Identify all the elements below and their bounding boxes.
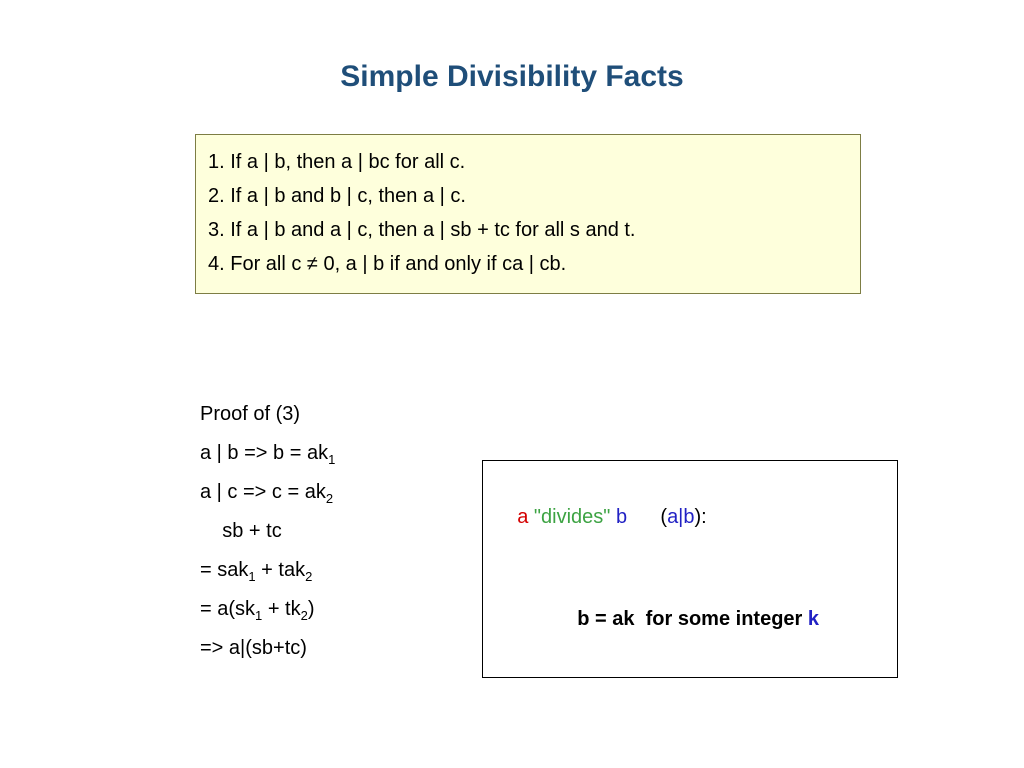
proof-line-1: a | b => b = ak1: [200, 434, 335, 473]
proof-heading: Proof of (3): [200, 395, 335, 434]
def-eq-k: k: [808, 608, 819, 630]
proof-l4a: = sak: [200, 559, 248, 581]
proof-block: Proof of (3) a | b => b = ak1 a | c => c…: [200, 395, 335, 668]
proof-line-2: a | c => c = ak2: [200, 473, 335, 512]
fact-1: 1. If a | b, then a | bc for all c.: [208, 145, 848, 179]
def-eq-prefix: b = ak: [577, 608, 634, 630]
proof-line-6: => a|(sb+tc): [200, 629, 335, 668]
def-close: ):: [695, 506, 707, 528]
def-eq-mid: for some integer: [635, 608, 808, 630]
proof-l5c: ): [308, 598, 315, 620]
definition-line-2: b = ak for some integer k: [495, 565, 885, 667]
proof-l5s2: 2: [301, 608, 308, 623]
proof-line-4: = sak1 + tak2: [200, 551, 335, 590]
def-divides: "divides": [528, 506, 616, 528]
proof-l5b: + tk: [262, 598, 300, 620]
proof-l1-text: a | b => b = ak: [200, 442, 328, 464]
proof-l2-text: a | c => c = ak: [200, 481, 326, 503]
proof-l1-sub: 1: [328, 452, 335, 467]
proof-l4b: + tak: [256, 559, 305, 581]
proof-l5a: = a(sk: [200, 598, 255, 620]
definition-line-1: a "divides" b (a|b):: [495, 469, 885, 565]
fact-2: 2. If a | b and b | c, then a | c.: [208, 179, 848, 213]
def-ab: a|b: [667, 506, 694, 528]
def-a: a: [517, 506, 528, 528]
definition-box: a "divides" b (a|b): b = ak for some int…: [482, 460, 898, 678]
fact-4: 4. For all c ≠ 0, a | b if and only if c…: [208, 247, 848, 281]
fact-3: 3. If a | b and a | c, then a | sb + tc …: [208, 213, 848, 247]
def-b: b: [616, 506, 627, 528]
proof-l4s2: 2: [305, 569, 312, 584]
proof-line-5: = a(sk1 + tk2): [200, 590, 335, 629]
proof-l2-sub: 2: [326, 491, 333, 506]
slide-title: Simple Divisibility Facts: [0, 0, 1024, 114]
def-open: (: [627, 506, 667, 528]
proof-l4s1: 1: [248, 569, 255, 584]
facts-box: 1. If a | b, then a | bc for all c. 2. I…: [195, 134, 861, 294]
proof-line-3: sb + tc: [200, 512, 335, 551]
